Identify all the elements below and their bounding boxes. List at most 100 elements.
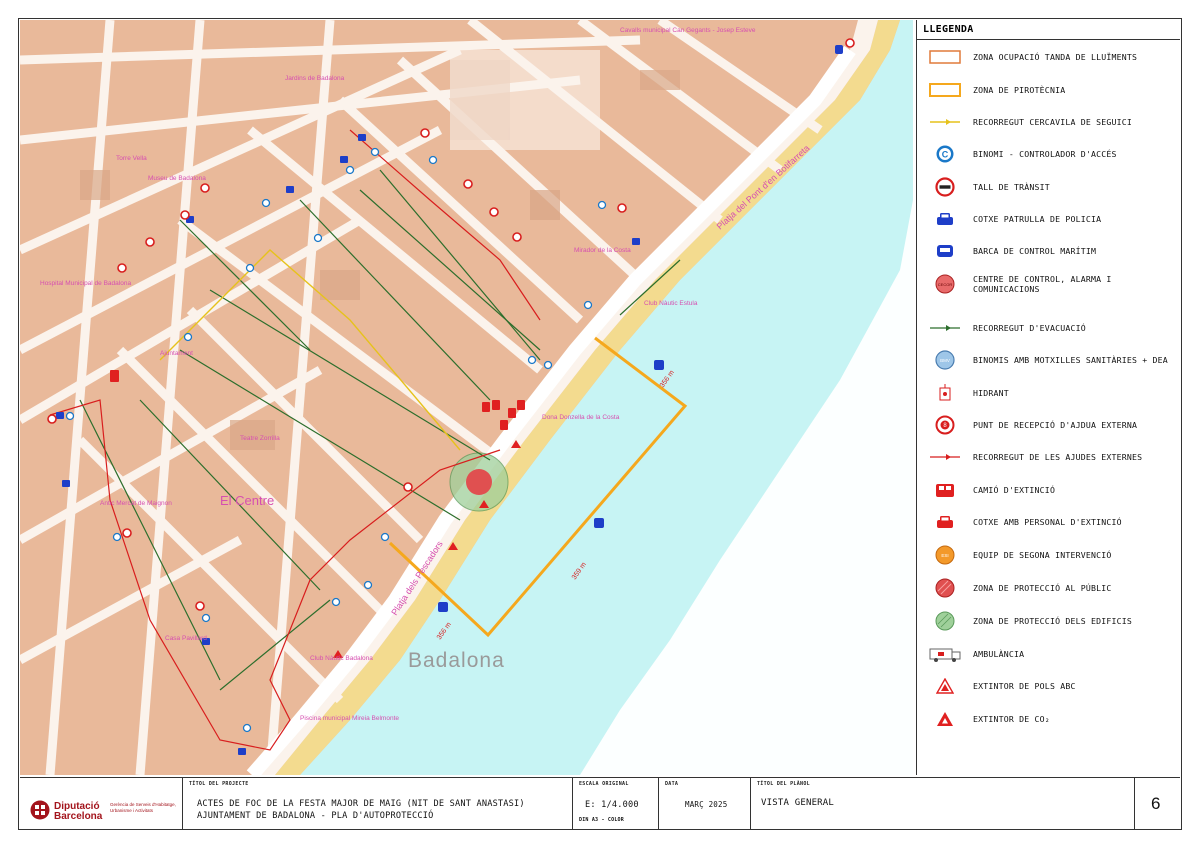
legend-item: CECOR CENTRE DE CONTROL, ALARMA I COMUNIC… <box>917 269 1181 299</box>
fire-car-icon <box>917 507 973 537</box>
plan-title-cell: TÍTOL DEL PLÀNOL VISTA GENERAL <box>750 778 1134 829</box>
legend-item-label: AMBULÀNCIA <box>973 649 1025 659</box>
legend-item: ZONA DE PIROTÈCNIA <box>917 75 1181 105</box>
legend-item-label: HIDRANT <box>973 388 1009 398</box>
place-hospital: Hospital Municipal de Badalona <box>40 280 131 287</box>
legend-item-label: CAMIÓ D'EXTINCIÓ <box>973 485 1056 495</box>
map-view[interactable]: Platja del Pont d'en Botifarreta Platja … <box>20 20 913 775</box>
extinguisher-abc-icon <box>917 671 973 701</box>
legend-item: BMV BINOMIS AMB MOTXILLES SANITÀRIES + DE… <box>917 345 1181 375</box>
legend-item-label: COTXE PATRULLA DE POLICIA <box>973 214 1102 224</box>
scale-caption: ESCALA ORIGINAL <box>579 781 629 787</box>
date-cell: DATA MARÇ 2025 <box>658 778 750 829</box>
legend-item-label: EQUIP DE SEGONA INTERVENCIÓ <box>973 550 1112 560</box>
legend-item: ESI EQUIP DE SEGONA INTERVENCIÓ <box>917 540 1181 570</box>
legend-item: EXTINTOR DE POLS ABC <box>917 671 1181 701</box>
place-club-estula: Club Nàutic Estula <box>644 300 698 307</box>
diputacio-logo-icon <box>30 800 50 820</box>
svg-text:BMV: BMV <box>940 358 950 363</box>
legend-item-label: EXTINTOR DE CO₂ <box>973 714 1050 724</box>
legend-item: EXTINTOR DE CO₂ <box>917 704 1181 734</box>
blue-c-circle-icon: C <box>917 139 973 169</box>
legend-panel: LLEGENDA ZONA OCUPACIÓ TANDA DE LLUÏMENT… <box>916 20 1180 775</box>
legend-item: RECORREGUT DE LES AJUDES EXTERNES <box>917 442 1181 472</box>
legend-item-label: ZONA DE PROTECCIÓ DELS EDIFICIS <box>973 616 1133 626</box>
legend-item: TALL DE TRÀNSIT <box>917 172 1181 202</box>
sheet-cell: 6 <box>1134 778 1180 829</box>
title-block: Diputació Barcelona Gerència de Serveis … <box>20 777 1180 829</box>
place-antic-mercat: Antic Mercat de Maignon <box>100 500 172 507</box>
date-value: MARÇ 2025 <box>685 800 728 809</box>
public-protection-zone-icon <box>917 573 973 603</box>
map-canvas: Platja del Pont d'en Botifarreta Platja … <box>20 20 913 775</box>
place-torre: Torre Vella <box>116 155 147 162</box>
place-museu: Museu de Badalona <box>148 175 206 182</box>
project-line1: ACTES DE FOC DE LA FESTA MAJOR DE MAIG (… <box>197 799 525 809</box>
extinguisher-co2-icon <box>917 704 973 734</box>
place-teatre: Teatre Zorrilla <box>240 435 280 442</box>
second-intervention-icon: ESI <box>917 540 973 570</box>
scale-value: E: 1/4.000 <box>585 800 639 810</box>
svg-text:CECOR: CECOR <box>938 282 953 287</box>
legend-item: COTXE PATRULLA DE POLICIA <box>917 204 1181 234</box>
legend-item-label: ZONA DE PROTECCIÓ AL PÚBLIC <box>973 583 1112 593</box>
project-line2: AJUNTAMENT DE BADALONA - PLA D'AUTOPROTE… <box>197 811 434 821</box>
legend-item: ZONA OCUPACIÓ TANDA DE LLUÏMENTS <box>917 42 1181 72</box>
legend-item-label: RECORREGUT CERCAVILA DE SEGUICI <box>973 117 1133 127</box>
svg-text:ESI: ESI <box>941 553 948 558</box>
yellow-orange-outline-square-icon <box>917 75 973 105</box>
legend-item: CAMIÓ D'EXTINCIÓ <box>917 475 1181 505</box>
city-label: Badalona <box>408 649 505 672</box>
place-mirador: Mirador de la Costa <box>574 247 631 254</box>
control-centre-icon: CECOR <box>917 269 973 299</box>
sheet-number: 6 <box>1151 794 1161 813</box>
legend-item-label: BARCA DE CONTROL MARÍTIM <box>973 246 1097 256</box>
legend-item: BARCA DE CONTROL MARÍTIM <box>917 236 1181 266</box>
place-donzella: Dona Donzella de la Costa <box>542 414 620 421</box>
place-jardins: Jardins de Badalona <box>285 75 345 82</box>
legend-item: RECORREGUT CERCAVILA DE SEGUICI <box>917 107 1181 137</box>
plan-value: VISTA GENERAL <box>761 798 835 808</box>
svg-text:C: C <box>942 150 949 160</box>
hydrant-icon <box>917 378 973 408</box>
boat-icon <box>917 236 973 266</box>
orange-outline-square-icon <box>917 42 973 72</box>
place-centre: El Centre <box>220 493 274 508</box>
format-value: DIN A3 - COLOR <box>579 817 624 823</box>
legend-item: HIDRANT <box>917 378 1181 408</box>
place-piscina: Piscina municipal Mireia Belmonte <box>300 715 399 722</box>
fire-truck-icon <box>917 475 973 505</box>
project-caption: TÍTOL DEL PROJECTE <box>189 781 249 787</box>
legend-item-label: BINOMIS AMB MOTXILLES SANITÀRIES + DEA <box>973 355 1168 365</box>
place-club-nautic: Club Nàutic Badalona <box>310 655 373 662</box>
legend-item-label: BINOMI - CONTROLADOR D'ACCÉS <box>973 149 1117 159</box>
red-arrow-line-icon <box>917 442 973 472</box>
ambulance-icon <box>917 639 973 669</box>
legend-item-label: PUNT DE RECEPCIÓ D'AJDUA EXTERNA <box>973 420 1138 430</box>
scale-cell: ESCALA ORIGINAL E: 1/4.000 DIN A3 - COLO… <box>572 778 658 829</box>
reception-point-icon: 8 <box>917 410 973 440</box>
housing-estate <box>450 50 600 150</box>
legend-item-label: ZONA OCUPACIÓ TANDA DE LLUÏMENTS <box>973 52 1138 62</box>
green-arrow-line-icon <box>917 313 973 343</box>
legend-item-label: EXTINTOR DE POLS ABC <box>973 681 1076 691</box>
legend-title: LLEGENDA <box>917 20 1180 40</box>
legend-item: RECORREGUT D'EVACUACIÓ <box>917 313 1181 343</box>
logo-cell: Diputació Barcelona Gerència de Serveis … <box>20 778 182 829</box>
legend-item: COTXE AMB PERSONAL D'EXTINCIÓ <box>917 507 1181 537</box>
legend-item-label: COTXE AMB PERSONAL D'EXTINCIÓ <box>973 517 1122 527</box>
logo-subtitle: Gerència de Serveis d'Habitatge, Urbanis… <box>110 802 176 813</box>
place-cavalls: Cavalls municipal Can Gegants - Josep Es… <box>620 27 756 34</box>
yellow-arrow-line-icon <box>917 107 973 137</box>
legend-item: ZONA DE PROTECCIÓ AL PÚBLIC <box>917 573 1181 603</box>
place-casa: Casa Pavillard <box>165 635 207 642</box>
medical-binomi-icon: BMV <box>917 345 973 375</box>
place-ajuntament: Ajuntament <box>160 350 193 357</box>
logo-line2: Barcelona <box>54 811 103 822</box>
legend-item: C BINOMI - CONTROLADOR D'ACCÉS <box>917 139 1181 169</box>
no-entry-icon <box>917 172 973 202</box>
legend-item-label: RECORREGUT D'EVACUACIÓ <box>973 323 1086 333</box>
police-car-icon <box>917 204 973 234</box>
project-cell: TÍTOL DEL PROJECTE ACTES DE FOC DE LA FE… <box>182 778 572 829</box>
legend-item-label: RECORREGUT DE LES AJUDES EXTERNES <box>973 452 1143 462</box>
